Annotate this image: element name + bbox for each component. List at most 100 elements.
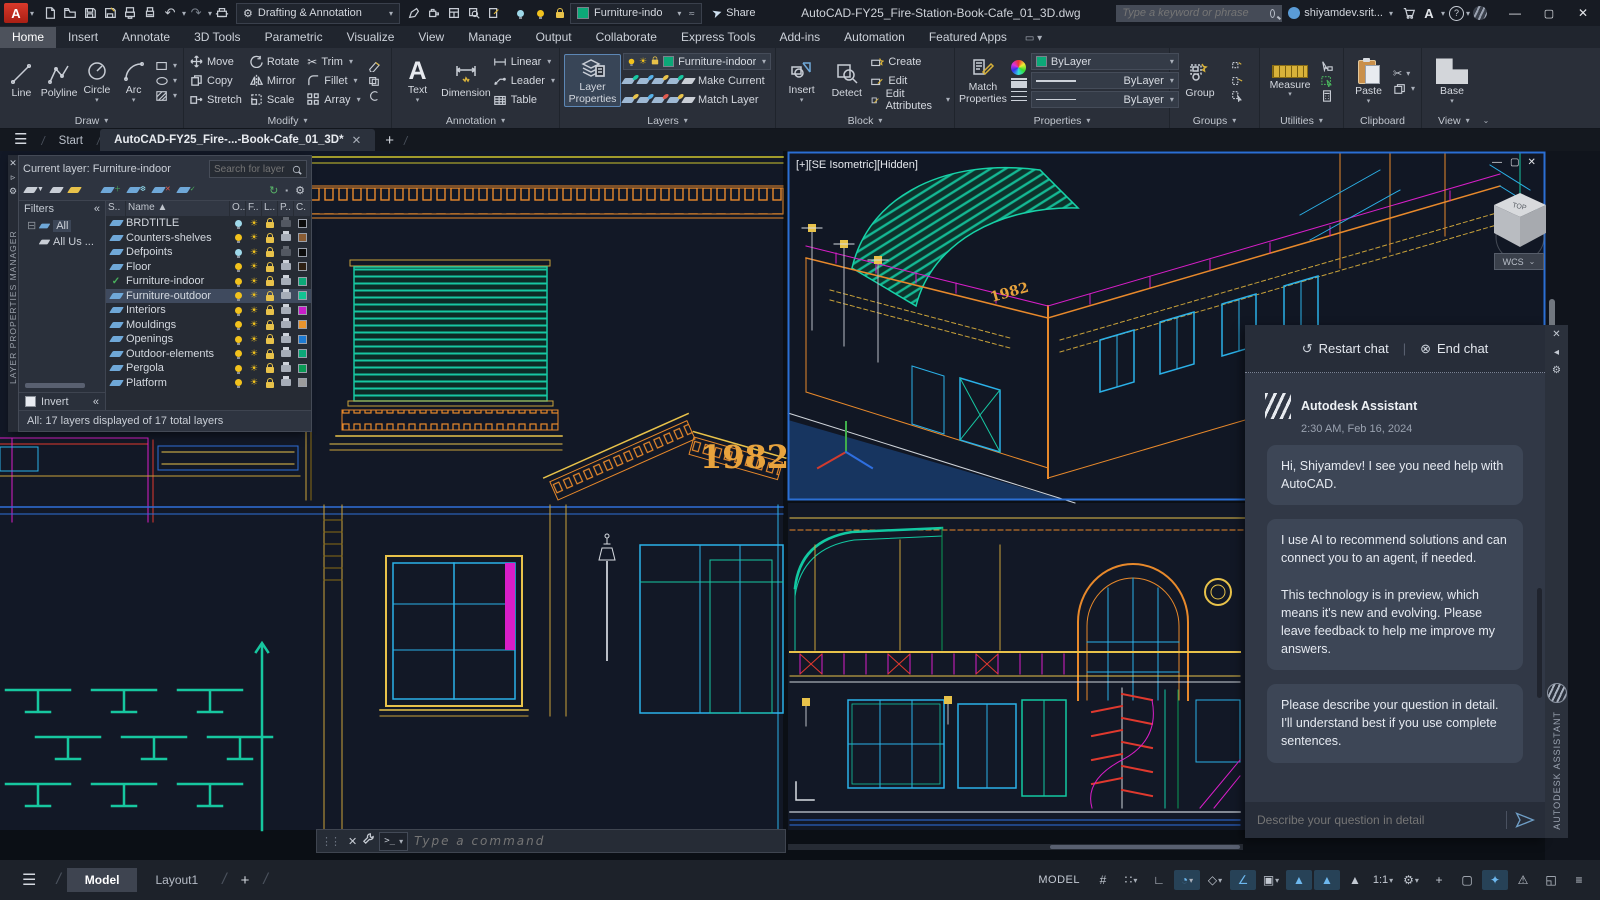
layer-freeze-icon[interactable]: ☀ (250, 348, 258, 359)
view-panel-label[interactable]: View ▾ ⌄ (1422, 113, 1600, 128)
quick-calc-icon[interactable] (1320, 89, 1334, 102)
trusted-file-warning-button[interactable]: ⚠ (1510, 870, 1536, 890)
account-menu[interactable]: shiyamdev.srit... ▾ (1288, 7, 1393, 19)
layer-column-4[interactable]: L.. (262, 201, 278, 216)
application-menu-button[interactable]: A (4, 3, 28, 23)
layer-on-icon[interactable] (234, 292, 242, 302)
ribbon-tab-express-tools[interactable]: Express Tools (669, 27, 767, 48)
layer-on-icon[interactable] (234, 364, 242, 374)
restart-chat-button[interactable]: ↺ Restart chat (1302, 341, 1389, 357)
invert-collapse-icon[interactable]: « (93, 396, 99, 408)
layer-freeze-icon[interactable]: ☀ (250, 377, 258, 388)
object-color-dropdown[interactable]: ByLayer ▾ (1030, 53, 1179, 70)
customization-button[interactable]: ≡ (1566, 870, 1592, 890)
layer-plot-icon[interactable] (281, 361, 291, 372)
filter-tree-all[interactable]: ⊟ All (19, 217, 105, 234)
stretch-tool[interactable]: Stretch (190, 93, 242, 106)
leader-tool[interactable]: Leader ▾ (493, 72, 555, 89)
layer-column-0[interactable]: S.. (106, 201, 126, 216)
start-tab[interactable]: Start (45, 131, 97, 151)
layer-freeze-icon[interactable]: ☀ (250, 232, 258, 243)
refresh-icon[interactable]: ↻ (269, 184, 278, 197)
annotation-flyout-button[interactable]: ▲ (1342, 870, 1368, 890)
layer-table-header[interactable]: S.. Name ▲ O.. F.. L.. P.. C. (106, 201, 311, 216)
workspace-switcher[interactable]: ⚙ Drafting & Annotation ▾ (236, 2, 401, 24)
layer-plot-icon[interactable] (281, 332, 291, 343)
layer-freeze-icon[interactable]: ☀ (250, 247, 258, 258)
measure-tool[interactable]: Measure ▾ (1264, 64, 1316, 98)
layer-color-swatch[interactable] (298, 363, 307, 373)
model-tab[interactable]: Model (66, 868, 138, 892)
app-menu-caret-icon[interactable]: ▾ (30, 9, 34, 18)
ortho-mode-button[interactable]: ∟ (1146, 870, 1172, 890)
command-line[interactable]: ⋮⋮ ✕ >_ ▾ (316, 829, 786, 853)
ribbon-tab-featured-apps[interactable]: Featured Apps (917, 27, 1019, 48)
properties-panel-label[interactable]: Properties ▾ (955, 113, 1169, 128)
command-grip-handle[interactable]: ⋮⋮ (317, 835, 343, 848)
minimize-button[interactable]: — (1498, 0, 1532, 26)
layer-plot-icon[interactable] (281, 245, 291, 256)
quick-layer-dropdown[interactable]: Furniture-indo ▾ ≂ (570, 2, 703, 24)
layer-row-floor[interactable]: Floor ☀ (106, 260, 311, 275)
help-search-input[interactable] (1120, 6, 1268, 20)
hatch-tool[interactable]: ▾ (155, 90, 177, 102)
chat-close-icon[interactable]: ✕ (1552, 329, 1560, 347)
filter-tree-all-used[interactable]: All Us... (19, 234, 105, 250)
document-tab[interactable]: AutoCAD-FY25_Fire-...-Book-Cafe_01_3D* ✕ (100, 129, 376, 151)
filters-collapse-icon[interactable]: « (94, 203, 100, 215)
layer-plot-icon[interactable] (281, 216, 291, 227)
table-tool[interactable]: Table (493, 91, 555, 108)
share-button[interactable]: ➤ Share (710, 5, 755, 21)
copy-tool[interactable]: Copy (190, 74, 242, 87)
edit-block-tool[interactable]: Edit (870, 72, 950, 89)
erase-tool[interactable] (367, 60, 381, 72)
layer-freeze-icon[interactable]: ☀ (250, 290, 258, 301)
chat-autohide-icon[interactable]: ◂ (1554, 347, 1559, 365)
layer-color-swatch[interactable] (298, 262, 307, 272)
help-search-box[interactable] (1116, 4, 1283, 22)
annotation-scale-button[interactable]: 1:1 ▾ (1370, 870, 1396, 890)
cut-icon[interactable]: ✂ ▾ (1393, 67, 1415, 80)
layer-plot-icon[interactable] (281, 347, 291, 358)
chat-input[interactable] (1255, 812, 1498, 828)
layer-on-icon[interactable] (234, 277, 242, 287)
layer-row-openings[interactable]: Openings ☀ (106, 332, 311, 347)
layer-on-icon[interactable] (234, 379, 242, 389)
quick-select-icon[interactable] (1320, 60, 1334, 72)
layer-color-swatch[interactable] (298, 305, 307, 315)
dimension-tool[interactable]: Dimension (441, 62, 491, 99)
doc-edit-icon[interactable] (484, 3, 504, 23)
layer-freeze-icon[interactable]: ☀ (250, 276, 258, 287)
group-select-icon[interactable] (1230, 90, 1244, 102)
ribbon-overflow-icon[interactable]: ▭ ▾ (1025, 33, 1042, 48)
layer-color-swatch[interactable] (298, 233, 307, 243)
layer-row-mouldings[interactable]: Mouldings ☀ (106, 318, 311, 333)
layer-properties-button[interactable]: Layer Properties (564, 54, 621, 107)
set-current-layer-icon[interactable]: ✓ (175, 186, 196, 193)
fillet-tool[interactable]: Fillet ▾ (307, 74, 360, 87)
delete-layer-icon[interactable]: ✕ (150, 186, 171, 193)
layer-lock-icon[interactable] (266, 348, 274, 359)
bulb-bright-icon[interactable] (530, 3, 550, 23)
save-icon[interactable] (80, 3, 100, 23)
ribbon-tab-add-ins[interactable]: Add-ins (767, 27, 832, 48)
layer-lock-icon[interactable] (266, 218, 274, 229)
match-layer-row[interactable]: Match Layer (621, 91, 771, 108)
layer-freeze-icon[interactable]: ☀ (250, 305, 258, 316)
layer-row-platform[interactable]: Platform ☀ (106, 376, 311, 391)
layout-menu-icon[interactable]: ☰ (8, 870, 50, 890)
layer-lock-icon[interactable] (266, 377, 274, 388)
new-tab-button[interactable]: + (375, 132, 404, 151)
copy-clip-icon[interactable]: ▾ (1393, 83, 1415, 95)
layer-on-icon[interactable] (234, 234, 242, 244)
autodesk-logo-icon[interactable]: A (1419, 3, 1439, 23)
osnap-tracking-button[interactable]: ∠ (1230, 870, 1256, 890)
layer-column-2[interactable]: O.. (230, 201, 246, 216)
layer-column-5[interactable]: P.. (278, 201, 294, 216)
clean-screen-button[interactable]: ◱ (1538, 870, 1564, 890)
arc-tool[interactable]: Arc ▾ (116, 59, 151, 104)
layer-lock-icon[interactable] (266, 305, 274, 316)
layer-plot-icon[interactable] (281, 231, 291, 242)
linetype-icon[interactable] (1010, 91, 1027, 101)
wrench-icon[interactable] (362, 832, 375, 850)
